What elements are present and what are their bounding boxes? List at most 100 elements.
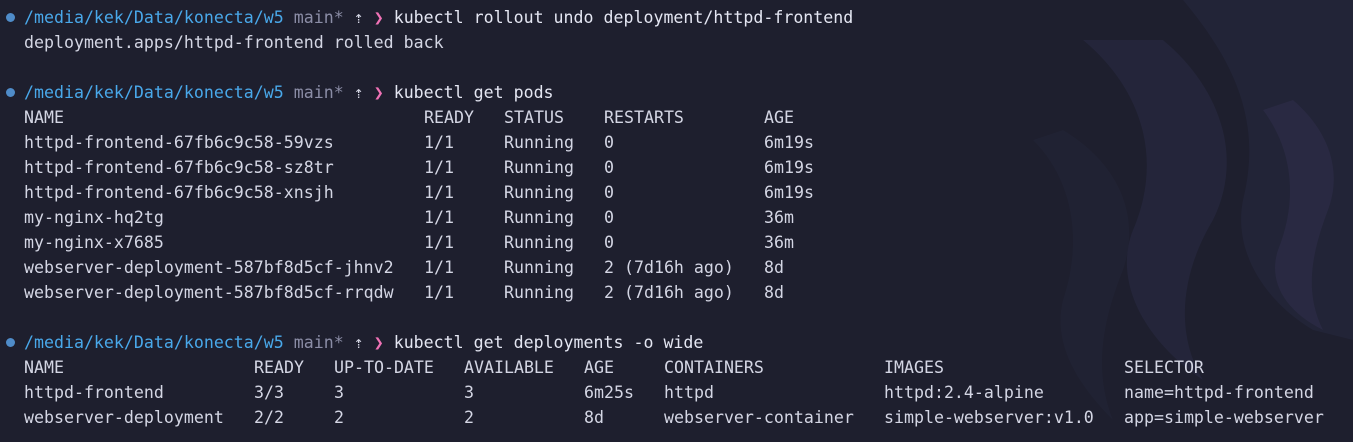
prompt-status-dot-icon bbox=[6, 13, 15, 22]
table-cell: 8d bbox=[584, 408, 604, 427]
table-cell: STATUS bbox=[504, 108, 564, 127]
command-output: deployment.apps/httpd-frontend rolled ba… bbox=[0, 30, 1353, 55]
terminal-output: /media/kek/Data/konecta/w5 main* ⇡ ❯ kub… bbox=[0, 5, 1353, 430]
table-cell: UP-TO-DATE bbox=[334, 358, 434, 377]
git-ahead-icon: ⇡ bbox=[353, 333, 364, 352]
table-cell: Running bbox=[504, 158, 574, 177]
table-cell: 2 (7d16h ago) bbox=[604, 258, 734, 277]
table-row: httpd-frontend-67fb6c9c58-xnsjh 1/1 Runnin… bbox=[0, 180, 1353, 205]
table-cell: 0 bbox=[604, 208, 614, 227]
table-cell: httpd bbox=[664, 383, 714, 402]
table-cell: webserver-deployment bbox=[24, 408, 224, 427]
table-cell: webserver-container bbox=[664, 408, 854, 427]
table-cell: 2 (7d16h ago) bbox=[604, 283, 734, 302]
table-cell: READY bbox=[424, 108, 474, 127]
table-cell: Running bbox=[504, 208, 574, 227]
table-cell: 8d bbox=[764, 258, 784, 277]
git-ahead-icon: ⇡ bbox=[353, 83, 364, 102]
table-cell: NAME bbox=[24, 108, 64, 127]
table-cell: 6m19s bbox=[764, 133, 814, 152]
table-cell: webserver-deployment-587bf8d5cf-jhnv2 bbox=[24, 258, 394, 277]
table-cell: 36m bbox=[764, 208, 794, 227]
table-row: webserver-deployment-587bf8d5cf-rrqdw 1/1… bbox=[0, 280, 1353, 305]
table-cell: simple-webserver:v1.0 bbox=[884, 408, 1094, 427]
table-cell: 1/1 bbox=[424, 183, 454, 202]
table-cell: my-nginx-x7685 bbox=[24, 233, 164, 252]
table-cell: AGE bbox=[584, 358, 614, 377]
prompt-line: /media/kek/Data/konecta/w5 main* ⇡ ❯ kub… bbox=[0, 330, 1353, 355]
table-cell: 1/1 bbox=[424, 258, 454, 277]
table-cell: httpd-frontend-67fb6c9c58-xnsjh bbox=[24, 183, 334, 202]
table-cell: SELECTOR bbox=[1124, 358, 1204, 377]
table-cell: 3 bbox=[334, 383, 344, 402]
table-row: my-nginx-x7685 1/1 Running 0 36m bbox=[0, 230, 1353, 255]
table-cell: httpd-frontend-67fb6c9c58-sz8tr bbox=[24, 158, 334, 177]
prompt-line: /media/kek/Data/konecta/w5 main* ⇡ ❯ kub… bbox=[0, 5, 1353, 30]
table-cell: AGE bbox=[764, 108, 794, 127]
git-branch: main* bbox=[293, 8, 344, 27]
table-cell: IMAGES bbox=[884, 358, 944, 377]
table-cell: 3 bbox=[464, 383, 474, 402]
table-cell: 6m25s bbox=[584, 383, 634, 402]
git-branch: main* bbox=[293, 83, 344, 102]
table-cell: 2 bbox=[334, 408, 344, 427]
prompt-path: /media/kek/Data/konecta/w5 bbox=[24, 333, 284, 352]
table-cell: 3/3 bbox=[254, 383, 284, 402]
table-cell: READY bbox=[254, 358, 304, 377]
git-ahead-icon: ⇡ bbox=[353, 8, 364, 27]
table-cell: 36m bbox=[764, 233, 794, 252]
command-text: kubectl get deployments -o wide bbox=[393, 333, 704, 352]
table-cell: Running bbox=[504, 133, 574, 152]
table-cell: 1/1 bbox=[424, 133, 454, 152]
table-cell: Running bbox=[504, 233, 574, 252]
table-cell: app=simple-webserver bbox=[1124, 408, 1324, 427]
table-cell: CONTAINERS bbox=[664, 358, 764, 377]
table-cell: webserver-deployment-587bf8d5cf-rrqdw bbox=[24, 283, 394, 302]
table-row: webserver-deployment 2/2 2 2 8d webserver-con… bbox=[0, 405, 1353, 430]
table-row: httpd-frontend-67fb6c9c58-59vzs 1/1 Runnin… bbox=[0, 130, 1353, 155]
table-cell: 1/1 bbox=[424, 208, 454, 227]
prompt-chevron-icon: ❯ bbox=[373, 333, 384, 352]
table-cell: httpd-frontend-67fb6c9c58-59vzs bbox=[24, 133, 334, 152]
table-cell: my-nginx-hq2tg bbox=[24, 208, 164, 227]
prompt-chevron-icon: ❯ bbox=[373, 8, 384, 27]
table-cell: Running bbox=[504, 183, 574, 202]
table-cell: 0 bbox=[604, 133, 614, 152]
table-cell: name=httpd-frontend bbox=[1124, 383, 1314, 402]
table-cell: httpd-frontend bbox=[24, 383, 164, 402]
table-cell: AVAILABLE bbox=[464, 358, 554, 377]
table-cell: 6m19s bbox=[764, 183, 814, 202]
table-cell: 1/1 bbox=[424, 158, 454, 177]
command-text: kubectl get pods bbox=[393, 83, 554, 102]
prompt-path: /media/kek/Data/konecta/w5 bbox=[24, 8, 284, 27]
table-header-row: NAME READY UP-TO-DATE AVAILABLE AGE CONTAINER… bbox=[0, 355, 1353, 380]
table-cell: 0 bbox=[604, 158, 614, 177]
table-row: httpd-frontend 3/3 3 3 6m25s httpd httpd:2.4-a… bbox=[0, 380, 1353, 405]
table-cell: 1/1 bbox=[424, 283, 454, 302]
table-cell: 6m19s bbox=[764, 158, 814, 177]
prompt-line: /media/kek/Data/konecta/w5 main* ⇡ ❯ kub… bbox=[0, 80, 1353, 105]
table-cell: Running bbox=[504, 258, 574, 277]
table-cell: 0 bbox=[604, 183, 614, 202]
table-row: webserver-deployment-587bf8d5cf-jhnv2 1/1… bbox=[0, 255, 1353, 280]
table-cell: NAME bbox=[24, 358, 64, 377]
table-header-row: NAME READY STATUS RESTARTS AGE bbox=[0, 105, 1353, 130]
table-cell: 2 bbox=[464, 408, 474, 427]
prompt-chevron-icon: ❯ bbox=[373, 83, 384, 102]
table-cell: 8d bbox=[764, 283, 784, 302]
table-cell: 0 bbox=[604, 233, 614, 252]
table-cell: 1/1 bbox=[424, 233, 454, 252]
git-branch: main* bbox=[293, 333, 344, 352]
prompt-status-dot-icon bbox=[6, 88, 15, 97]
table-cell: 2/2 bbox=[254, 408, 284, 427]
table-row: my-nginx-hq2tg 1/1 Running 0 36m bbox=[0, 205, 1353, 230]
command-text: kubectl rollout undo deployment/httpd-fr… bbox=[393, 8, 854, 27]
output-text: deployment.apps/httpd-frontend rolled ba… bbox=[24, 33, 444, 52]
table-cell: httpd:2.4-alpine bbox=[884, 383, 1044, 402]
table-cell: Running bbox=[504, 283, 574, 302]
table-row: httpd-frontend-67fb6c9c58-sz8tr 1/1 Runnin… bbox=[0, 155, 1353, 180]
table-cell: RESTARTS bbox=[604, 108, 684, 127]
prompt-path: /media/kek/Data/konecta/w5 bbox=[24, 83, 284, 102]
